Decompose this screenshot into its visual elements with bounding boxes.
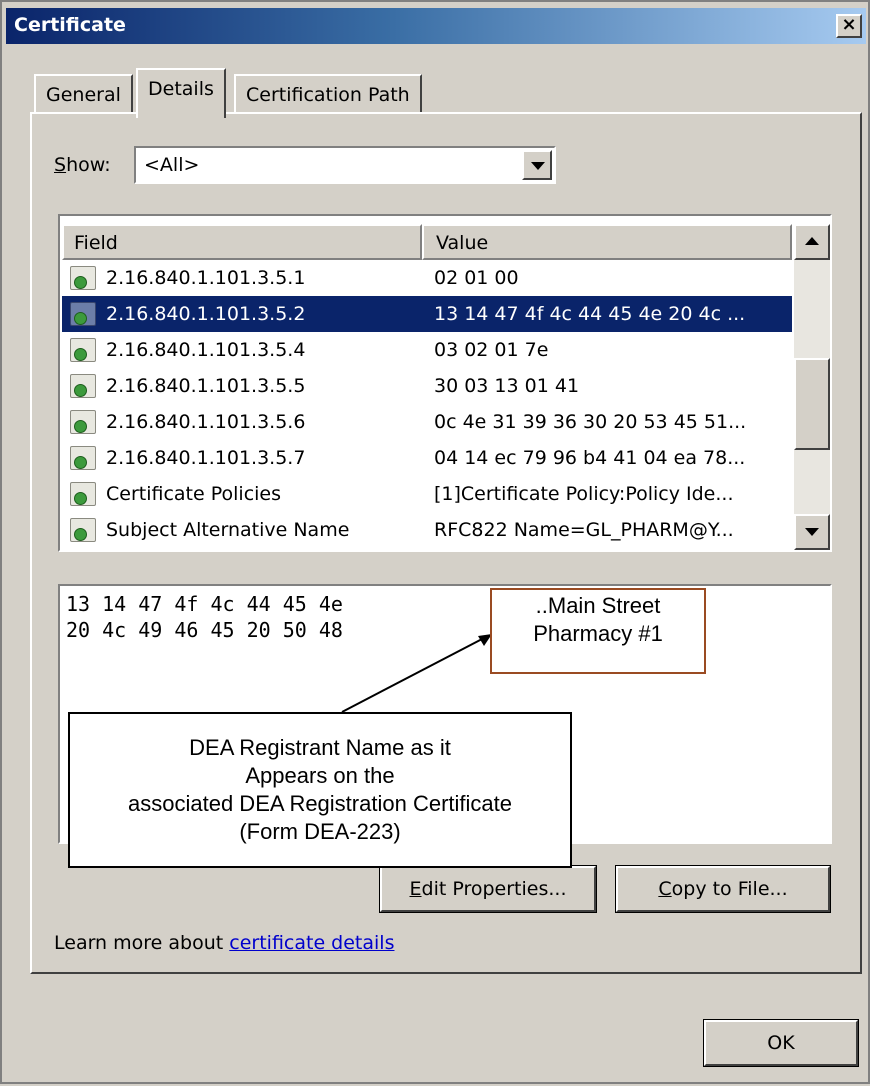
certificate-extension-icon xyxy=(70,266,96,290)
edit-rest: dit Properties... xyxy=(421,878,567,900)
row-field: 2.16.840.1.101.3.5.2 xyxy=(106,303,306,325)
certificate-dialog: Certificate × General Details Certificat… xyxy=(0,0,870,1084)
edit-properties-button[interactable]: Edit Properties... xyxy=(379,865,597,913)
callout-small-line-2: Pharmacy #1 xyxy=(533,621,663,646)
scroll-up-icon[interactable] xyxy=(794,224,830,260)
row-value: [1]Certificate Policy:Policy Ide... xyxy=(434,483,734,505)
row-value: RFC822 Name=GL_PHARM@Y... xyxy=(434,519,734,541)
certificate-extension-icon xyxy=(70,482,96,506)
callout-big-line-3: associated DEA Registration Certificate xyxy=(128,791,512,816)
row-field: 2.16.840.1.101.3.5.4 xyxy=(106,339,306,361)
certificate-extension-icon xyxy=(70,446,96,470)
list-row[interactable]: Certificate Policies [1]Certificate Poli… xyxy=(62,476,792,512)
callout-decoded-name: ..Main Street Pharmacy #1 xyxy=(490,588,706,674)
list-row[interactable]: Subject Alternative Name RFC822 Name=GL_… xyxy=(62,512,792,548)
list-scrollbar[interactable] xyxy=(794,224,830,550)
row-field: 2.16.840.1.101.3.5.6 xyxy=(106,411,306,433)
copy-rest: opy to File... xyxy=(671,878,788,900)
callout-explanation: DEA Registrant Name as it Appears on the… xyxy=(68,712,572,868)
callout-small-line-1: ..Main Street xyxy=(535,593,661,618)
learn-more-text: Learn more about certificate details xyxy=(54,932,394,954)
window-title: Certificate xyxy=(14,14,126,36)
row-value: 13 14 47 4f 4c 44 45 4e 20 4c ... xyxy=(434,303,746,325)
tab-details-label: Details xyxy=(148,78,214,100)
scroll-thumb[interactable] xyxy=(794,358,830,450)
hex-line-1: 13 14 47 4f 4c 44 45 4e xyxy=(66,592,343,616)
copy-to-file-button[interactable]: Copy to File... xyxy=(615,865,831,913)
row-field: Certificate Policies xyxy=(106,483,282,505)
row-value: 02 01 00 xyxy=(434,267,519,289)
tab-certification-path[interactable]: Certification Path xyxy=(234,74,422,114)
callout-big-line-1: DEA Registrant Name as it xyxy=(189,735,451,760)
show-select-value: <All> xyxy=(144,154,200,176)
title-bar[interactable]: Certificate × xyxy=(6,8,866,44)
list-row[interactable]: 2.16.840.1.101.3.5.4 03 02 01 7e xyxy=(62,332,792,368)
show-label-rest: how: xyxy=(66,154,111,176)
column-header-field[interactable]: Field xyxy=(62,224,422,260)
hex-line-2: 20 4c 49 46 45 20 50 48 xyxy=(66,618,343,642)
edit-accel: E xyxy=(409,878,422,900)
scroll-down-icon[interactable] xyxy=(794,514,830,550)
list-row[interactable]: 2.16.840.1.101.3.5.7 04 14 ec 79 96 b4 4… xyxy=(62,440,792,476)
row-field: 2.16.840.1.101.3.5.7 xyxy=(106,447,306,469)
show-label-accel: S xyxy=(54,154,67,176)
certificate-extension-icon xyxy=(70,518,96,542)
tab-general[interactable]: General xyxy=(34,74,133,114)
copy-accel: C xyxy=(658,878,672,900)
list-row[interactable]: 2.16.840.1.101.3.5.1 02 01 00 xyxy=(62,260,792,296)
row-value: 0c 4e 31 39 36 30 20 53 45 51... xyxy=(434,411,747,433)
show-select[interactable]: <All> xyxy=(134,146,556,184)
field-list[interactable]: Field Value 2.16.840.1.101.3.5.1 02 01 0… xyxy=(58,214,832,552)
certificate-extension-icon xyxy=(70,302,96,326)
list-row-selected[interactable]: 2.16.840.1.101.3.5.2 13 14 47 4f 4c 44 4… xyxy=(62,296,792,332)
certificate-extension-icon xyxy=(70,410,96,434)
row-value: 04 14 ec 79 96 b4 41 04 ea 78... xyxy=(434,447,746,469)
certificate-details-link[interactable]: certificate details xyxy=(229,932,394,954)
list-row[interactable]: 2.16.840.1.101.3.5.5 30 03 13 01 41 xyxy=(62,368,792,404)
ok-button[interactable]: OK xyxy=(703,1019,859,1067)
certificate-extension-icon xyxy=(70,338,96,362)
tab-details[interactable]: Details xyxy=(136,68,226,118)
list-row[interactable]: 2.16.840.1.101.3.5.6 0c 4e 31 39 36 30 2… xyxy=(62,404,792,440)
callout-big-line-4: (Form DEA-223) xyxy=(239,819,401,844)
learn-prefix: Learn more about xyxy=(54,932,230,954)
row-field: 2.16.840.1.101.3.5.5 xyxy=(106,375,306,397)
row-value: 03 02 01 7e xyxy=(434,339,549,361)
certificate-extension-icon xyxy=(70,374,96,398)
show-label: Show: xyxy=(54,154,111,176)
close-button[interactable]: × xyxy=(836,14,862,38)
close-icon: × xyxy=(841,14,857,35)
row-field: Subject Alternative Name xyxy=(106,519,350,541)
list-header: Field Value xyxy=(62,224,792,260)
tab-general-label: General xyxy=(46,84,121,106)
row-value: 30 03 13 01 41 xyxy=(434,375,580,397)
callout-big-line-2: Appears on the xyxy=(245,763,395,788)
tab-certification-path-label: Certification Path xyxy=(246,84,410,106)
dropdown-arrow-icon[interactable] xyxy=(522,150,552,180)
row-field: 2.16.840.1.101.3.5.1 xyxy=(106,267,306,289)
column-header-value[interactable]: Value xyxy=(422,224,792,260)
